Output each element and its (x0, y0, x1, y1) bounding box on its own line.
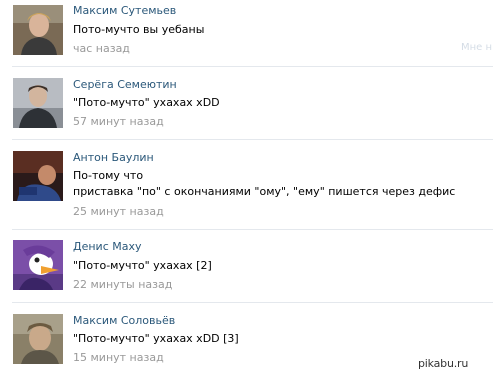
comment-text: Пото-мучто вы уебаны (73, 23, 205, 36)
comment-text-line-1: По-тому что (73, 169, 144, 182)
comment-time[interactable]: 25 минут назад (73, 205, 164, 218)
site-watermark: pikabu.ru (418, 357, 469, 370)
avatar-photo (13, 5, 63, 55)
divider (12, 229, 493, 230)
comment-author[interactable]: Максим Соловьёв (73, 314, 175, 327)
comment-text: "Пото-мучто" ухахах [2] (73, 259, 212, 272)
avatar[interactable] (13, 5, 63, 55)
avatar[interactable] (13, 151, 63, 201)
comment-time[interactable]: 15 минут назад (73, 351, 164, 364)
avatar-photo (13, 314, 63, 364)
avatar-photo (13, 240, 63, 290)
comment-author[interactable]: Антон Баулин (73, 151, 154, 164)
comment-time[interactable]: час назад (73, 42, 130, 55)
comment-author[interactable]: Денис Маху (73, 240, 142, 253)
comment-text: "Пото-мучто" ухахах xDD (73, 96, 220, 109)
avatar-photo (13, 78, 63, 128)
divider (12, 302, 493, 303)
avatar[interactable] (13, 240, 63, 290)
comment-time[interactable]: 57 минут назад (73, 115, 164, 128)
like-link[interactable]: Мне н (461, 42, 493, 53)
avatar-photo (13, 151, 63, 201)
comment-author[interactable]: Максим Сутемьев (73, 4, 176, 17)
comment-time[interactable]: 22 минуты назад (73, 278, 172, 291)
comment-text-line-2: приставка "по" с окончаниями "ому", "ему… (73, 185, 456, 198)
comment-author[interactable]: Серёга Семеютин (73, 78, 177, 91)
avatar[interactable] (13, 314, 63, 364)
avatar[interactable] (13, 78, 63, 128)
comment-text: "Пото-мучто" ухахах xDD [3] (73, 332, 239, 345)
divider (12, 66, 493, 67)
divider (12, 139, 493, 140)
